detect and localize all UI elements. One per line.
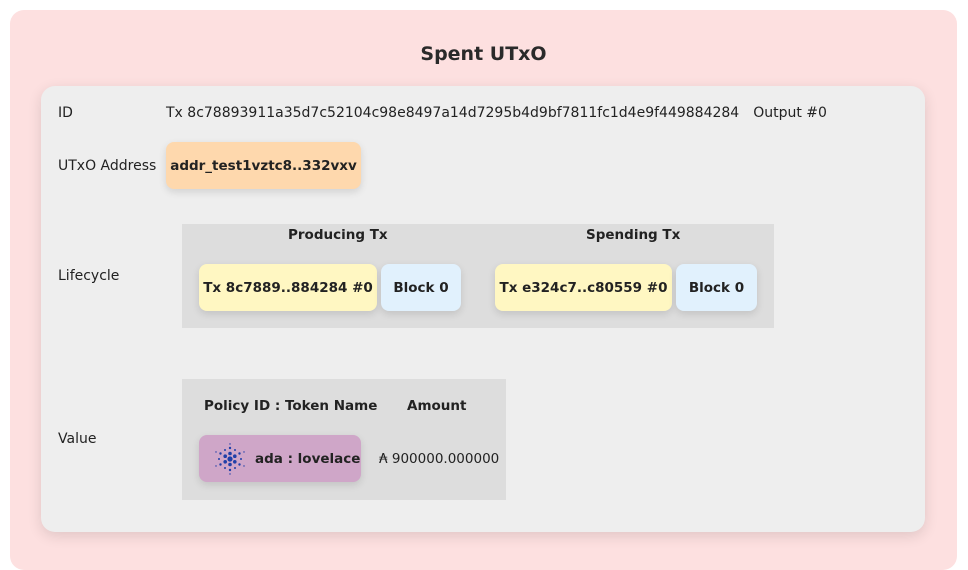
spent-utxo-panel: Spent UTxO ID Tx 8c78893911a35d7c52104c9…	[10, 10, 957, 570]
id-label: ID	[58, 105, 73, 121]
policy-token-header: Policy ID : Token Name	[204, 398, 378, 414]
token-name: ada : lovelace	[255, 450, 361, 467]
producing-tx-heading: Producing Tx	[288, 227, 388, 243]
value-table: Policy ID : Token Name Amount ada: love…	[182, 379, 506, 500]
utxo-tx-hash[interactable]: Tx 8c78893911a35d7c52104c98e8497a14d7295…	[166, 105, 739, 121]
token-amount: ₳ 900000.000000	[379, 451, 500, 467]
spending-tx-chip[interactable]: Tx e324c7..c80559 #0	[495, 264, 672, 311]
utxo-details-card: ID Tx 8c78893911a35d7c52104c98e8497a14d7…	[41, 86, 925, 532]
address-label: UTxO Address	[58, 158, 157, 174]
value-label: Value	[58, 431, 97, 447]
lifecycle-panel: Producing Tx Spending Tx Tx 8c7889..8842…	[182, 224, 774, 328]
page-title: Spent UTxO	[420, 43, 547, 65]
lifecycle-label: Lifecycle	[58, 268, 120, 284]
amount-header: Amount	[407, 398, 467, 414]
utxo-output-index: Output #0	[753, 105, 827, 121]
spending-tx-heading: Spending Tx	[586, 227, 681, 243]
producing-tx-chip[interactable]: Tx 8c7889..884284 #0	[199, 264, 377, 311]
address-chip[interactable]: addr_test1vztc8..332vxv	[166, 142, 361, 189]
utxo-id: Tx 8c78893911a35d7c52104c98e8497a14d7295…	[166, 105, 827, 121]
spending-block-chip[interactable]: Block 0	[676, 264, 757, 311]
producing-block-chip[interactable]: Block 0	[381, 264, 461, 311]
cardano-icon	[215, 442, 245, 475]
token-chip[interactable]: ada : lovelace	[199, 435, 361, 482]
